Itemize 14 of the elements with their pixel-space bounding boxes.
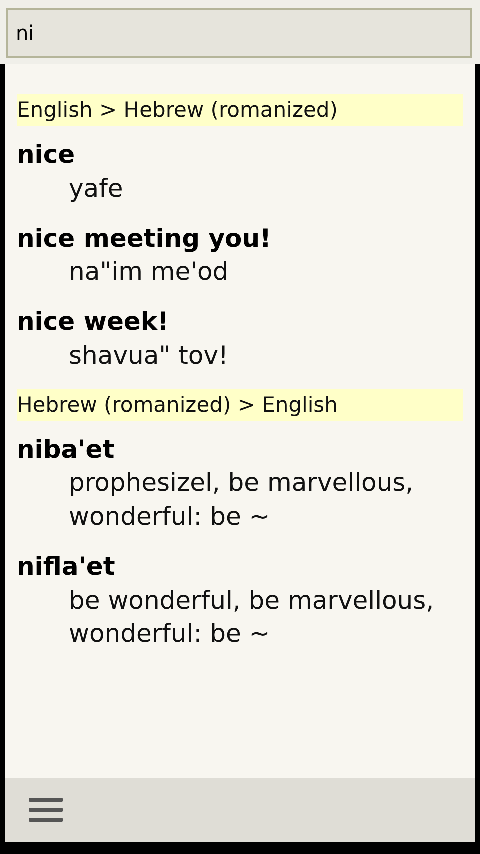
section-heading: Hebrew (romanized) > English xyxy=(17,388,463,420)
entry-translation: yafe xyxy=(68,172,124,205)
entry-translation: na"im me'od xyxy=(68,256,230,288)
entry-translation: prophesizel, be marvellous, wonderful: be ~ xyxy=(68,467,415,533)
entry-translation: be wonderful, be marvellous, wonderful: be ~ xyxy=(68,584,436,650)
entry-term[interactable]: nifla'et xyxy=(17,550,463,584)
entry-term[interactable]: nice week! xyxy=(17,305,463,339)
section-heading: English > Hebrew (romanized) xyxy=(17,94,463,126)
entry-term[interactable]: nice xyxy=(17,138,463,172)
menu-icon[interactable] xyxy=(29,797,63,823)
entry-term[interactable]: nice meeting you! xyxy=(17,222,463,256)
entry-term[interactable]: niba'et xyxy=(17,432,463,466)
search-field[interactable]: ni xyxy=(6,8,472,58)
entry-translation: shavua" tov! xyxy=(68,340,230,372)
